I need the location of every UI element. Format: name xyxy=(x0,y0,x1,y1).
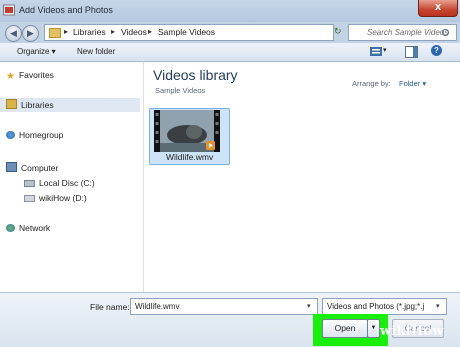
nav-item-favorites[interactable]: ★ Favorites xyxy=(6,69,54,82)
search-icon[interactable] xyxy=(442,29,449,36)
homegroup-icon xyxy=(6,131,15,139)
breadcrumb-separator: ▸ xyxy=(148,27,153,36)
open-button[interactable]: Open xyxy=(322,319,368,338)
back-arrow-icon: ◀ xyxy=(10,28,17,38)
file-type-value: Videos and Photos (*.jpg;*.j xyxy=(327,302,425,311)
breadcrumb-sample-videos[interactable]: Sample Videos xyxy=(158,27,215,37)
view-dropdown-icon[interactable]: ▾ xyxy=(383,46,387,54)
breadcrumb-videos[interactable]: Videos xyxy=(121,27,147,37)
nav-label: Computer xyxy=(21,163,59,173)
nav-label: wikiHow (D:) xyxy=(39,193,87,203)
video-thumbnail xyxy=(154,110,220,152)
preview-pane-icon[interactable] xyxy=(405,46,418,58)
refresh-icon[interactable]: ↻ xyxy=(334,26,342,37)
nav-label: Favorites xyxy=(18,70,54,80)
nav-item-local-disc[interactable]: Local Disc (C:) xyxy=(24,177,95,189)
file-name-input[interactable]: Wildlife.wmv ▾ xyxy=(130,298,318,315)
network-icon xyxy=(6,224,15,232)
drive-icon xyxy=(24,195,35,202)
nav-label: Libraries xyxy=(21,100,54,110)
forward-button[interactable]: ▶ xyxy=(22,25,39,42)
chevron-down-icon: ▼ xyxy=(370,325,377,331)
app-icon xyxy=(3,4,15,16)
folder-icon xyxy=(49,28,61,38)
computer-icon xyxy=(6,162,17,172)
search-input[interactable]: Search Sample Videos xyxy=(348,24,457,41)
arrange-by-dropdown[interactable]: Folder ▾ xyxy=(399,79,426,88)
organize-button[interactable]: Organize ▾ xyxy=(17,47,56,56)
open-split-dropdown[interactable]: ▼ xyxy=(367,319,380,338)
library-icon xyxy=(6,99,17,109)
file-name-field-label: File name: xyxy=(90,302,130,312)
nav-item-libraries[interactable]: Libraries xyxy=(6,99,54,111)
file-name-value: Wildlife.wmv xyxy=(135,302,180,311)
back-button[interactable]: ◀ xyxy=(5,25,22,42)
toolbar xyxy=(0,43,460,62)
help-icon[interactable]: ? xyxy=(431,45,442,56)
file-type-select[interactable]: Videos and Photos (*.jpg;*.j ▾ xyxy=(322,298,447,315)
watermark-wiki: wiki xyxy=(380,324,411,339)
breadcrumb-separator: ▸ xyxy=(111,27,116,36)
close-button[interactable]: x xyxy=(418,0,458,17)
library-subtitle: Sample Videos xyxy=(155,86,206,95)
search-placeholder: Search Sample Videos xyxy=(367,28,449,37)
nav-item-homegroup[interactable]: Homegroup xyxy=(6,129,63,141)
nav-item-computer[interactable]: Computer xyxy=(6,162,58,174)
wikihow-watermark: wikiHow xyxy=(380,324,444,339)
nav-label: Local Disc (C:) xyxy=(39,178,95,188)
view-options-icon[interactable] xyxy=(370,47,382,56)
chevron-down-icon[interactable]: ▾ xyxy=(307,302,311,310)
watermark-how: How xyxy=(410,324,444,339)
forward-arrow-icon: ▶ xyxy=(27,28,34,38)
content-pane xyxy=(144,62,460,293)
window-title: Add Videos and Photos xyxy=(19,5,113,15)
chevron-down-icon[interactable]: ▾ xyxy=(436,302,440,310)
drive-icon xyxy=(24,180,35,187)
nav-label: Homegroup xyxy=(19,130,64,140)
new-folder-button[interactable]: New folder xyxy=(77,47,115,56)
breadcrumb-libraries[interactable]: Libraries xyxy=(73,27,106,37)
breadcrumb-separator: ▸ xyxy=(64,27,69,36)
nav-label: Network xyxy=(19,223,51,233)
nav-item-network[interactable]: Network xyxy=(6,222,50,234)
library-title: Videos library xyxy=(153,67,238,83)
file-name-label: Wildlife.wmv xyxy=(166,152,214,162)
nav-item-wikihow-drive[interactable]: wikiHow (D:) xyxy=(24,192,87,204)
star-icon: ★ xyxy=(6,71,15,82)
address-bar[interactable]: ▸ Libraries ▸ Videos ▸ Sample Videos ▾ xyxy=(44,24,365,41)
arrange-by-label: Arrange by: xyxy=(352,79,391,88)
